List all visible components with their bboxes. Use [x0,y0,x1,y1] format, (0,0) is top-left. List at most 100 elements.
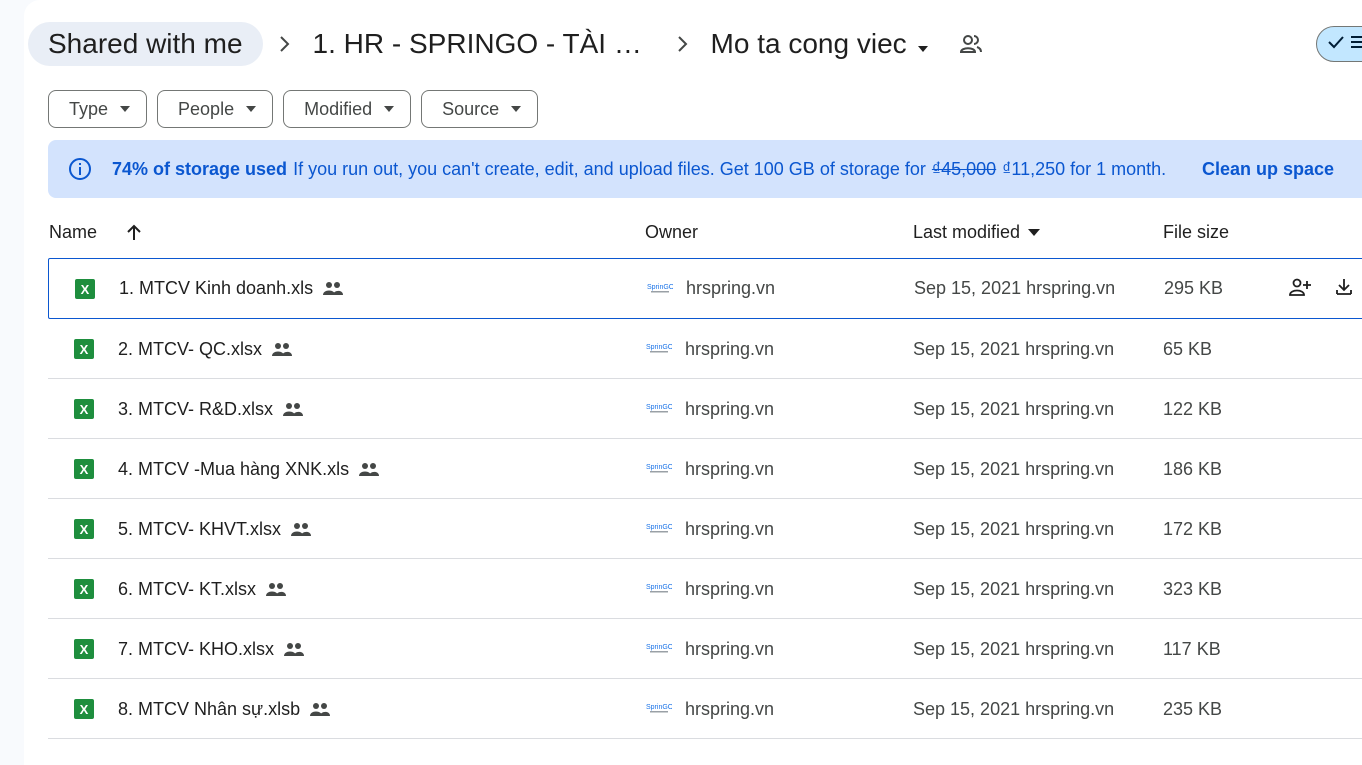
chevron-right-icon [661,35,703,53]
file-row[interactable]: X 7. MTCV- KHO.xlsx SprinGO hrspring.vn … [48,619,1362,679]
share-person-add-icon[interactable] [1289,278,1311,301]
excel-icon: X [74,639,94,659]
svg-text:SprinGO: SprinGO [646,644,672,651]
springo-logo: SprinGO [646,698,672,718]
caret-down-icon [246,106,257,112]
download-icon[interactable] [1335,278,1353,301]
filter-type-button[interactable]: Type [48,90,148,128]
excel-icon: X [74,399,94,419]
caret-down-icon [917,28,929,60]
excel-icon: X [74,339,94,359]
caret-down-icon [511,106,522,112]
file-size: 295 KB [1164,277,1224,298]
owner-name: hrspring.vn [686,277,776,298]
svg-text:SprinGO: SprinGO [646,524,672,531]
shared-people-icon [310,702,331,716]
owner-name: hrspring.vn [685,518,775,539]
file-name: 1. MTCV Kinh doanh.xls [119,277,314,298]
last-modified: Sep 15, 2021 hrspring.vn [913,458,1115,479]
springo-logo: SprinGO [646,338,672,358]
owner-name: hrspring.vn [685,398,775,419]
shared-people-icon[interactable] [959,33,983,55]
breadcrumb-current-folder[interactable]: Mo ta cong viec [703,28,933,60]
table-header: Name Owner Last modified File size [48,214,1362,254]
check-icon [1327,35,1345,54]
breadcrumb: Shared with me 1. HR - SPRINGO - TÀI L..… [28,22,983,66]
caret-down-icon [120,106,131,112]
last-modified: Sep 15, 2021 hrspring.vn [913,518,1115,539]
file-size: 323 KB [1163,578,1223,599]
column-label: Name [49,222,98,242]
excel-icon: X [74,459,94,479]
list-icon [1351,35,1362,54]
list-view-toggle[interactable] [1316,26,1362,62]
column-name-header[interactable]: Name [49,222,143,243]
file-name: 8. MTCV Nhân sự.xlsb [118,698,301,719]
storage-new-price: ₫11,250 for 1 month. [1002,158,1167,179]
file-row[interactable]: X 4. MTCV -Mua hàng XNK.xls SprinGO hrsp… [48,439,1362,499]
svg-text:SprinGO: SprinGO [646,344,672,351]
shared-people-icon [323,281,344,295]
storage-old-price: ₫45,000 [931,158,997,179]
springo-logo: SprinGO [646,638,672,658]
svg-text:SprinGO: SprinGO [646,584,672,591]
excel-icon: X [75,279,95,299]
springo-logo: SprinGO [646,458,672,478]
filter-modified-button[interactable]: Modified [283,90,412,128]
column-file-size-header[interactable]: File size [1163,222,1229,243]
last-modified: Sep 15, 2021 hrspring.vn [913,338,1115,359]
file-row[interactable]: X 8. MTCV Nhân sự.xlsb SprinGO hrspring.… [48,679,1362,739]
current-folder-title: Mo ta cong viec [710,28,907,59]
column-last-modified-header[interactable]: Last modified [913,222,1041,243]
svg-text:SprinGO: SprinGO [646,404,672,411]
breadcrumb-parent-folder[interactable]: 1. HR - SPRINGO - TÀI L... [305,28,661,60]
clean-up-space-button[interactable]: Clean up space [1202,159,1334,180]
filter-label: Modified [304,98,373,119]
file-size: 65 KB [1163,338,1213,359]
last-modified: Sep 15, 2021 hrspring.vn [913,638,1115,659]
springo-logo: SprinGO [646,578,672,598]
file-size: 186 KB [1163,458,1223,479]
springo-logo: SprinGO [646,518,672,538]
file-name: 2. MTCV- QC.xlsx [118,338,263,359]
excel-icon: X [74,699,94,719]
owner-name: hrspring.vn [685,578,775,599]
column-owner-header[interactable]: Owner [645,222,698,243]
breadcrumb-shared-with-me[interactable]: Shared with me [28,22,263,66]
file-name: 5. MTCV- KHVT.xlsx [118,518,282,539]
file-list: X 1. MTCV Kinh doanh.xls SprinGO hrsprin… [48,258,1362,739]
file-name: 6. MTCV- KT.xlsx [118,578,257,599]
svg-text:SprinGO: SprinGO [646,704,672,711]
file-row[interactable]: X 5. MTCV- KHVT.xlsx SprinGO hrspring.vn… [48,499,1362,559]
file-name: 4. MTCV -Mua hàng XNK.xls [118,458,350,479]
storage-usage: 74% of storage used [112,158,288,179]
file-row[interactable]: X 3. MTCV- R&D.xlsx SprinGO hrspring.vn … [48,379,1362,439]
springo-logo: SprinGO [646,398,672,418]
caret-down-icon [1028,229,1041,236]
owner-name: hrspring.vn [685,458,775,479]
file-row[interactable]: X 6. MTCV- KT.xlsx SprinGO hrspring.vn S… [48,559,1362,619]
shared-people-icon [284,642,305,656]
file-size: 122 KB [1163,398,1223,419]
storage-message: If you run out, you can't create, edit, … [293,158,926,179]
springo-logo: SprinGO [647,278,673,298]
file-size: 172 KB [1163,518,1223,539]
owner-name: hrspring.vn [685,338,775,359]
file-row[interactable]: X 1. MTCV Kinh doanh.xls SprinGO hrsprin… [48,258,1362,319]
svg-text:SprinGO: SprinGO [646,464,672,471]
column-label: File size [1163,222,1230,242]
shared-people-icon [266,582,287,596]
drive-page: Shared with me 1. HR - SPRINGO - TÀI L..… [24,0,1362,765]
filter-people-button[interactable]: People [157,90,274,128]
file-row[interactable]: X 2. MTCV- QC.xlsx SprinGO hrspring.vn S… [48,319,1362,379]
file-size: 117 KB [1163,638,1221,659]
filter-source-button[interactable]: Source [421,90,539,128]
shared-people-icon [359,462,380,476]
storage-banner: 74% of storage used If you run out, you … [48,140,1362,198]
file-name: 3. MTCV- R&D.xlsx [118,398,274,419]
filter-label: Type [69,98,109,119]
excel-icon: X [74,579,94,599]
filter-bar: Type People Modified Source [48,90,539,128]
column-label: Last modified [913,222,1021,242]
last-modified: Sep 15, 2021 hrspring.vn [913,398,1115,419]
